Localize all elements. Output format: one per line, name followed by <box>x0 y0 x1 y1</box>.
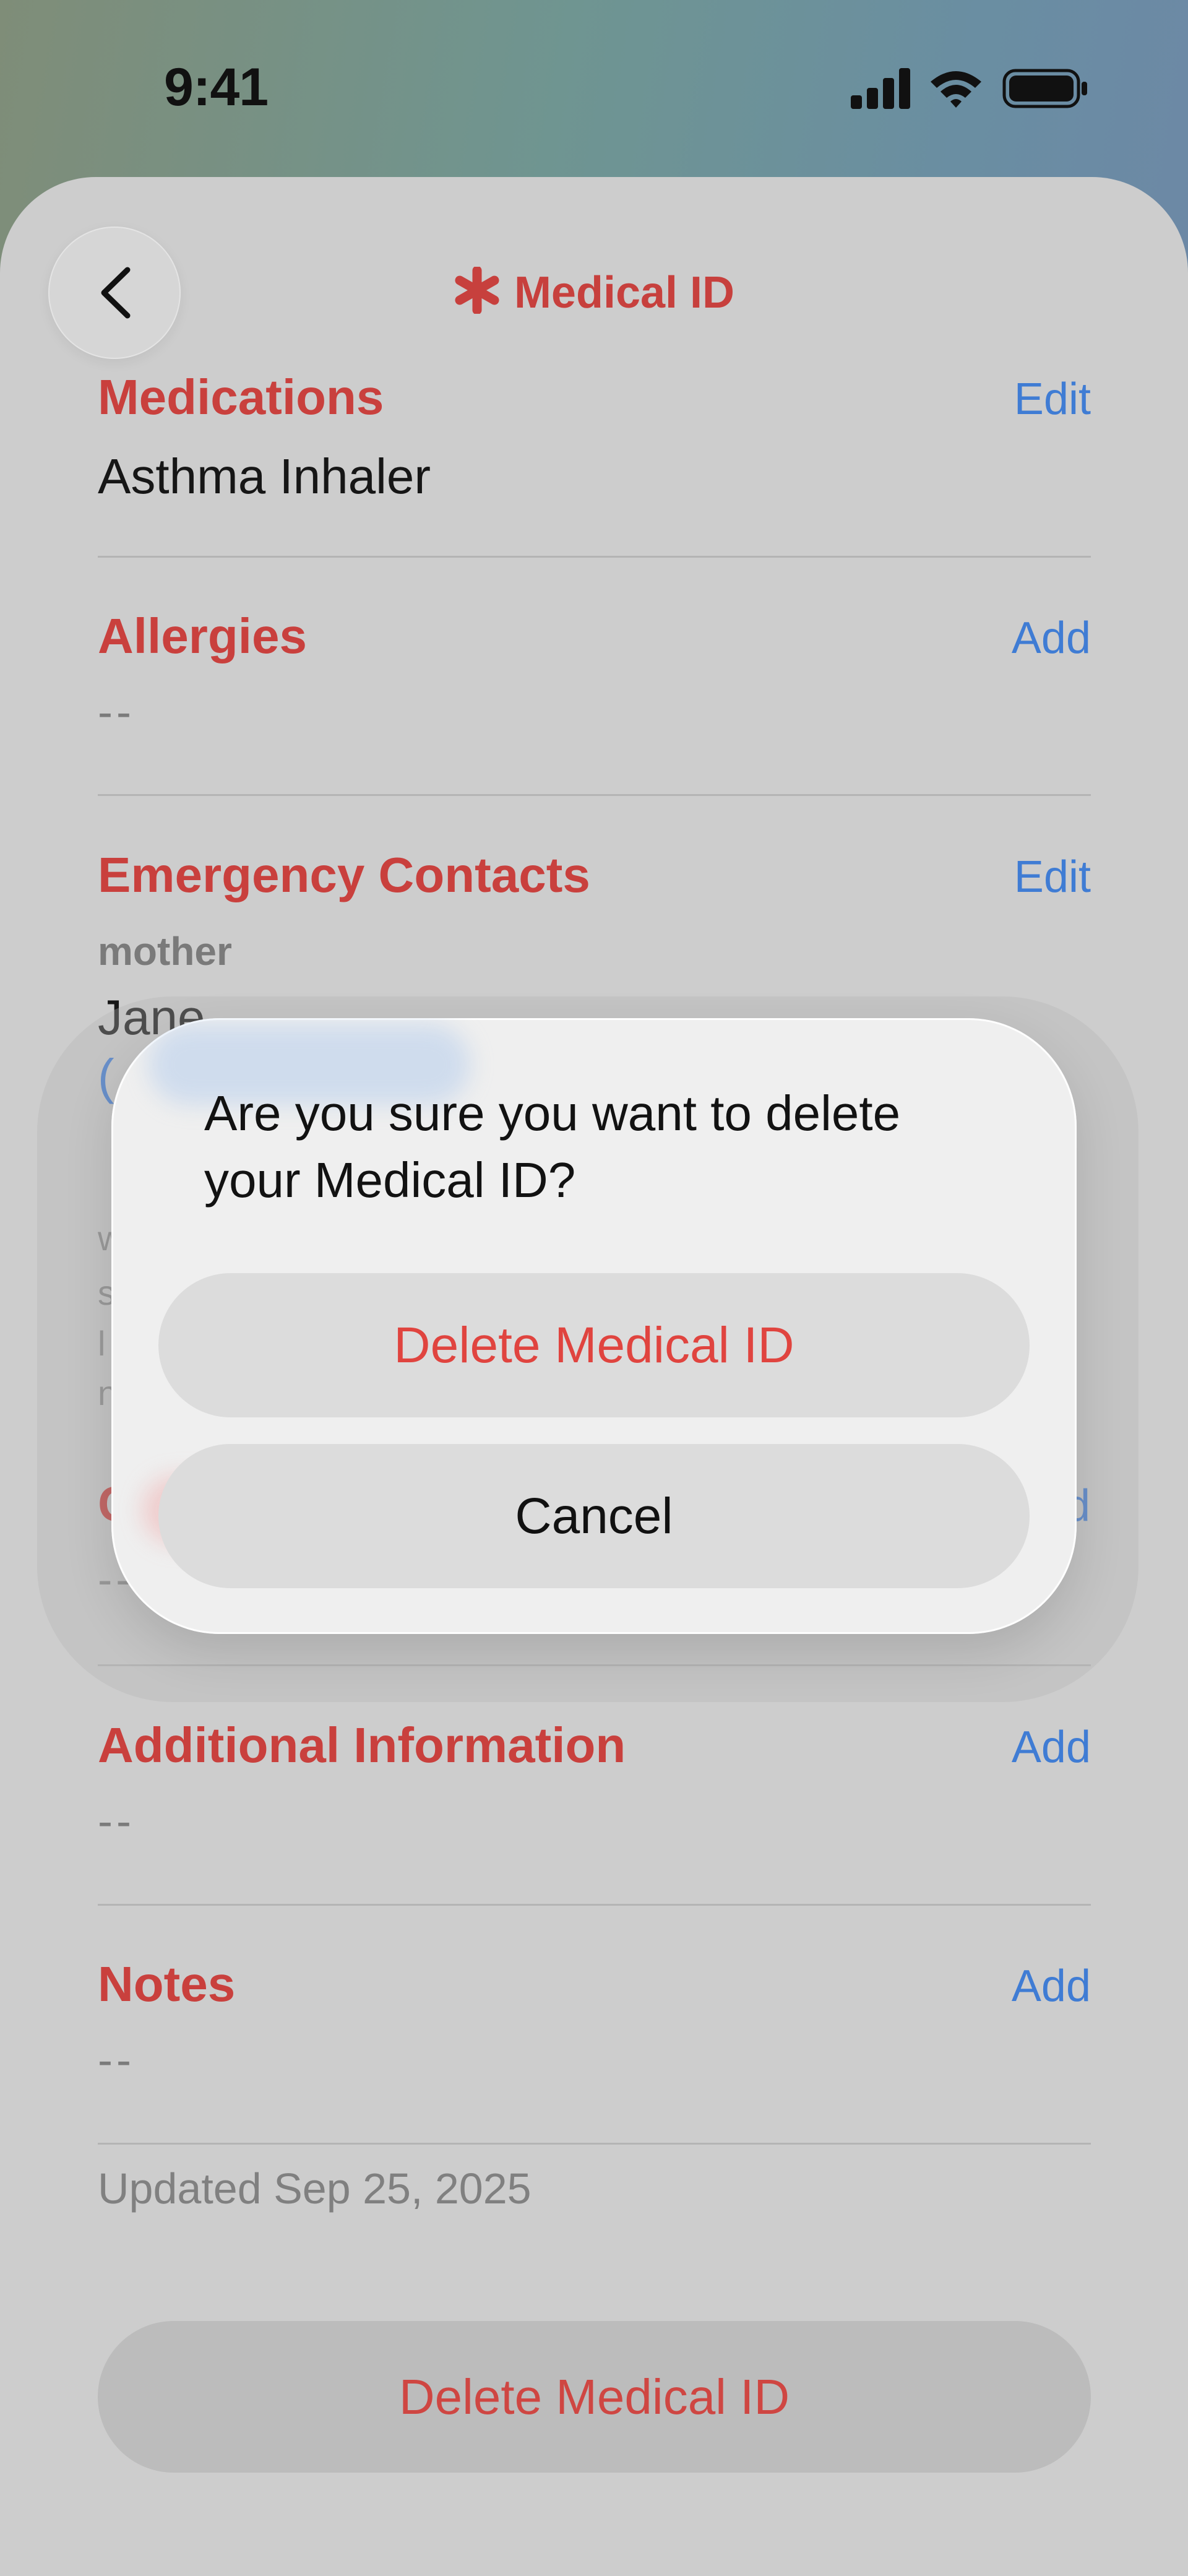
alert-delete-button[interactable]: Delete Medical ID <box>158 1273 1030 1417</box>
divider <box>98 2143 1091 2145</box>
status-bar: 9:41 <box>0 0 1188 173</box>
delete-medical-id-button[interactable]: Delete Medical ID <box>98 2321 1091 2473</box>
additional-information-value: -- <box>98 1797 135 1846</box>
page-title: Medical ID <box>0 267 1188 318</box>
alert-cancel-button[interactable]: Cancel <box>158 1444 1030 1588</box>
allergies-value: -- <box>98 688 135 737</box>
medications-label: Medications <box>98 370 384 425</box>
emergency-contacts-label: Emergency Contacts <box>98 847 590 902</box>
battery-icon <box>1002 69 1087 108</box>
sheet-header: Medical ID <box>0 177 1188 363</box>
cellular-signal-icon <box>851 68 910 109</box>
divider <box>98 1904 1091 1906</box>
status-time: 9:41 <box>164 58 269 117</box>
delete-confirmation-alert: Are you sure you want to delete your Med… <box>111 1018 1077 1634</box>
notes-add-button[interactable]: Add <box>1012 1961 1091 2012</box>
medications-row: Medications Edit Asthma Inhaler <box>98 369 1091 504</box>
divider <box>98 556 1091 558</box>
medications-value: Asthma Inhaler <box>98 449 431 504</box>
additional-information-add-button[interactable]: Add <box>1012 1722 1091 1773</box>
contact-relation: mother <box>98 929 232 974</box>
updated-text: Updated Sep 25, 2025 <box>98 2164 532 2213</box>
emergency-contacts-edit-button[interactable]: Edit <box>1014 852 1091 902</box>
allergies-row: Allergies Add -- <box>98 608 1091 737</box>
additional-information-row: Additional Information Add -- <box>98 1717 1091 1846</box>
allergies-label: Allergies <box>98 608 307 663</box>
page-title-text: Medical ID <box>514 268 735 318</box>
alert-message: Are you sure you want to delete your Med… <box>204 1086 901 1208</box>
screen: 9:41 Medical ID Medications Edit Asthma … <box>0 0 1188 2576</box>
divider <box>98 794 1091 796</box>
additional-information-label: Additional Information <box>98 1718 626 1773</box>
allergies-add-button[interactable]: Add <box>1012 613 1091 663</box>
medications-edit-button[interactable]: Edit <box>1014 374 1091 425</box>
wifi-icon <box>931 71 981 108</box>
notes-value: -- <box>98 2036 135 2085</box>
asterisk-icon <box>455 267 499 314</box>
notes-row: Notes Add -- <box>98 1956 1091 2085</box>
notes-label: Notes <box>98 1956 236 2012</box>
